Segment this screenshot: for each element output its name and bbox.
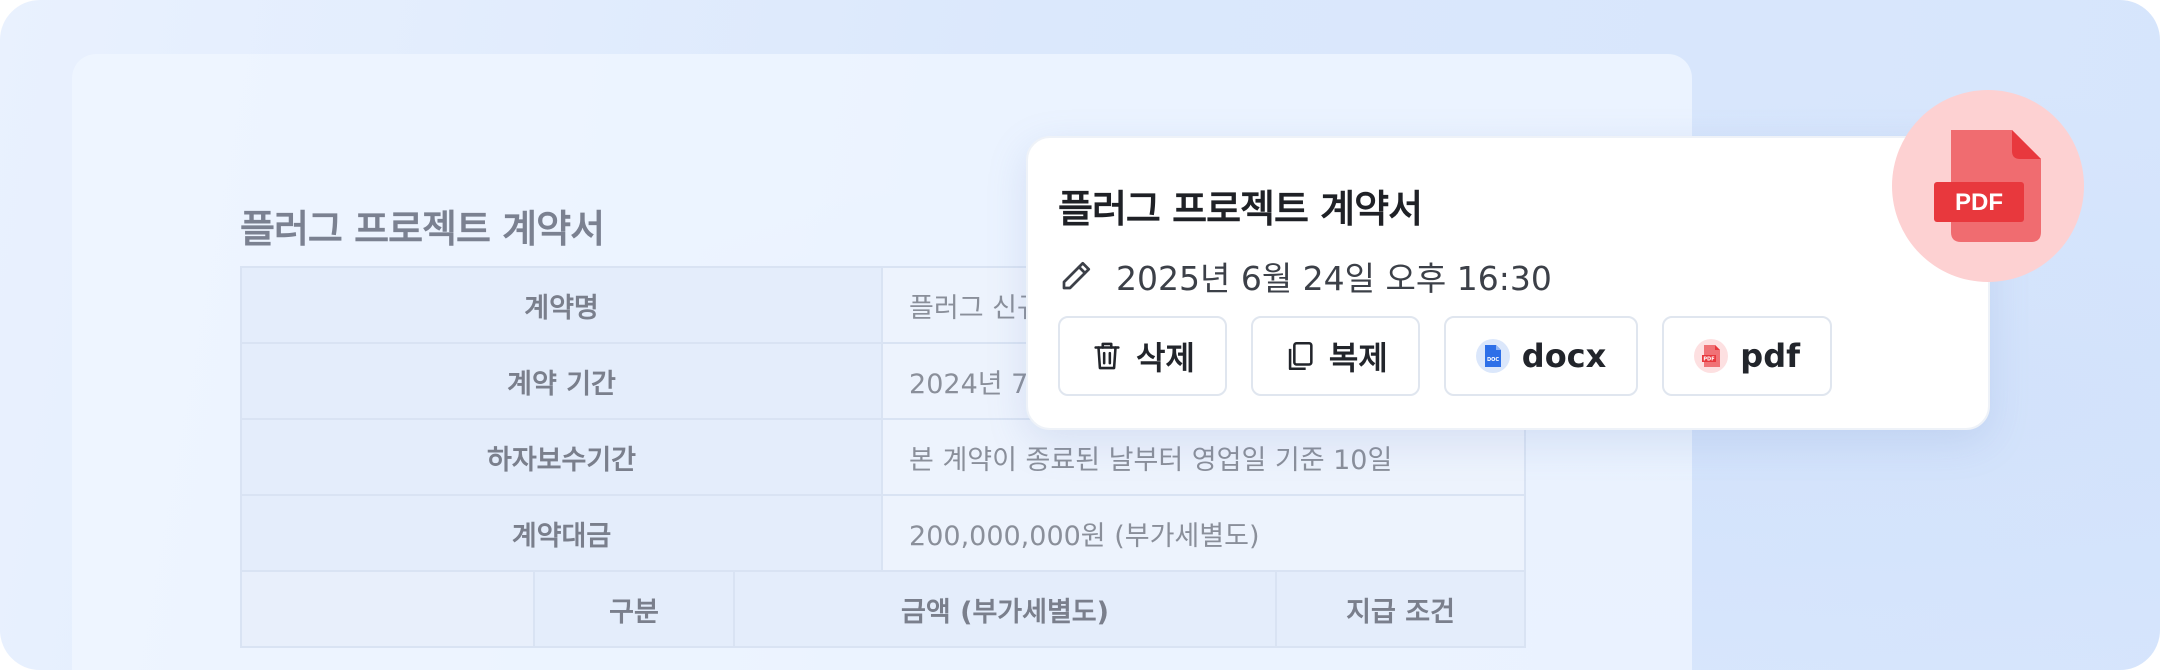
column-header: 구분 xyxy=(533,570,735,648)
column-header: 지급 조건 xyxy=(1275,570,1527,648)
row-label: 계약 기간 xyxy=(239,342,884,420)
table-row: 하자보수기간 본 계약이 종료된 날부터 영업일 기준 10일 xyxy=(239,418,1527,496)
pdf-button-label: pdf xyxy=(1740,337,1801,375)
card-actions: 삭제 복제 DOC docx PDF pdf xyxy=(1058,316,1833,396)
copy-icon xyxy=(1288,341,1313,371)
svg-text:PDF: PDF xyxy=(1704,357,1715,363)
docx-button-label: docx xyxy=(1521,337,1607,375)
document-title: 플러그 프로젝트 계약서 xyxy=(240,207,605,251)
svg-text:DOC: DOC xyxy=(1487,357,1499,363)
svg-text:PDF: PDF xyxy=(1955,189,2003,216)
delete-button[interactable]: 삭제 xyxy=(1058,316,1227,396)
row-value: 200,000,000원 (부가세별도) xyxy=(881,494,1527,572)
delete-button-label: 삭제 xyxy=(1136,339,1195,377)
docx-download-button[interactable]: DOC docx xyxy=(1443,316,1639,396)
duplicate-button-label: 복제 xyxy=(1328,339,1388,377)
card-title: 플러그 프로젝트 계약서 xyxy=(1058,187,1423,231)
card-timestamp: 2025년 6월 24일 오후 16:30 xyxy=(1116,259,1552,298)
card-meta: 2025년 6월 24일 오후 16:30 xyxy=(1058,252,1552,300)
row-label: 계약대금 xyxy=(239,494,884,572)
column-header: 금액 (부가세별도) xyxy=(732,570,1278,648)
blank-cell xyxy=(240,570,535,648)
row-label: 하자보수기간 xyxy=(239,418,884,496)
pdf-document-icon: PDF xyxy=(1934,130,2041,242)
trash-icon xyxy=(1094,342,1120,370)
background-stage: 플러그 프로젝트 계약서 계약명 플러그 신규 계약 기간 2024년 7 하자… xyxy=(0,0,2160,670)
duplicate-button[interactable]: 복제 xyxy=(1250,316,1420,396)
pdf-download-button[interactable]: PDF pdf xyxy=(1662,316,1833,396)
row-value: 본 계약이 종료된 날부터 영업일 기준 10일 xyxy=(881,418,1527,496)
payment-header-row: 구분 금액 (부가세별도) 지급 조건 xyxy=(240,570,1527,648)
pdf-file-icon: PDF xyxy=(1694,339,1729,373)
pencil-icon xyxy=(1062,261,1091,290)
docx-file-icon: DOC xyxy=(1475,339,1510,373)
pdf-badge: PDF xyxy=(1892,90,2084,282)
table-row: 계약대금 200,000,000원 (부가세별도) xyxy=(239,494,1527,572)
document-info-card: 플러그 프로젝트 계약서 2025년 6월 24일 오후 16:30 삭제 복제… xyxy=(1026,136,1990,430)
row-label: 계약명 xyxy=(239,266,884,344)
